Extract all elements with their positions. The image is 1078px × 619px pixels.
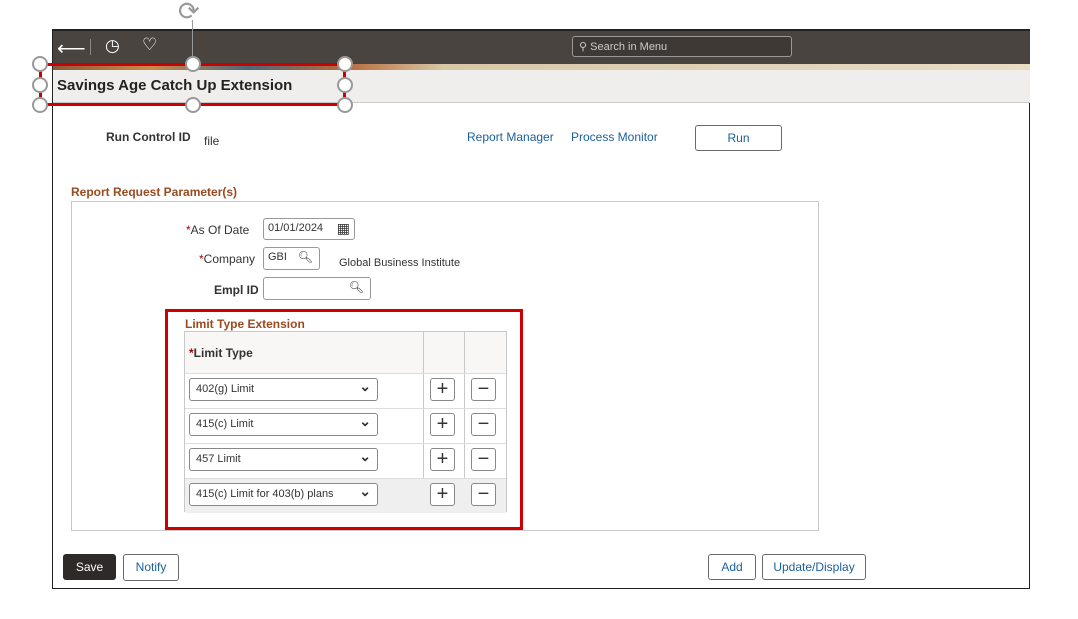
company-input[interactable]: GBI 🔍︎ [263,247,320,270]
notify-button[interactable]: Notify [123,554,179,581]
page-title: Savings Age Catch Up Extension [57,77,293,94]
back-arrow-icon[interactable]: ⟵ [57,36,86,61]
run-control-label: Run Control ID [106,130,191,144]
resize-handle[interactable] [32,97,48,113]
limit-type-select[interactable]: 457 Limit [189,448,378,471]
calendar-icon[interactable]: ▦ [337,220,350,237]
limit-type-select[interactable]: 415(c) Limit [189,413,378,436]
lookup-search-icon[interactable]: 🔍︎ [298,250,313,264]
emplid-input[interactable]: 🔍︎ [263,277,371,300]
divider [90,39,91,55]
add-button[interactable]: Add [708,554,756,580]
lookup-search-icon[interactable]: 🔍︎ [349,280,364,294]
resize-handle[interactable] [32,56,48,72]
rotate-handle-icon[interactable]: ⟳ [178,0,200,27]
limit-type-select[interactable]: 415(c) Limit for 403(b) plans [189,483,378,506]
as-of-date-input[interactable]: 01/01/2024 ▦ [263,218,355,240]
favorites-heart-icon[interactable]: ♡ [142,35,157,55]
limit-type-select[interactable]: 402(g) Limit [189,378,378,401]
resize-handle[interactable] [185,56,201,72]
company-label: *Company [199,252,256,266]
run-control-value: file [204,134,220,148]
add-row-plus-icon[interactable]: + [430,483,455,506]
limit-type-column-header: *Limit Type [189,346,253,360]
limit-type-heading: Limit Type Extension [185,317,305,331]
resize-handle[interactable] [337,77,353,93]
emplid-label: Empl ID [214,283,259,297]
process-monitor-link[interactable]: Process Monitor [571,130,658,144]
history-clock-icon[interactable]: ◷ [105,36,120,56]
save-button[interactable]: Save [63,554,116,580]
add-row-plus-icon[interactable]: + [430,413,455,436]
resize-handle[interactable] [337,56,353,72]
as-of-date-label: *As Of Date [186,223,250,237]
company-description: Global Business Institute [339,257,461,269]
add-row-plus-icon[interactable]: + [430,378,455,401]
resize-handle[interactable] [32,77,48,93]
update-display-button[interactable]: Update/Display [762,554,866,580]
run-button[interactable]: Run [695,125,782,151]
resize-handle[interactable] [185,97,201,113]
delete-row-minus-icon[interactable]: − [471,378,496,401]
delete-row-minus-icon[interactable]: − [471,483,496,506]
search-menu-input[interactable]: ⚲ Search in Menu [572,36,792,57]
report-manager-link[interactable]: Report Manager [467,130,554,144]
report-params-heading: Report Request Parameter(s) [71,185,238,199]
search-icon: ⚲ [579,41,591,53]
delete-row-minus-icon[interactable]: − [471,413,496,436]
delete-row-minus-icon[interactable]: − [471,448,496,471]
resize-handle[interactable] [337,97,353,113]
add-row-plus-icon[interactable]: + [430,448,455,471]
